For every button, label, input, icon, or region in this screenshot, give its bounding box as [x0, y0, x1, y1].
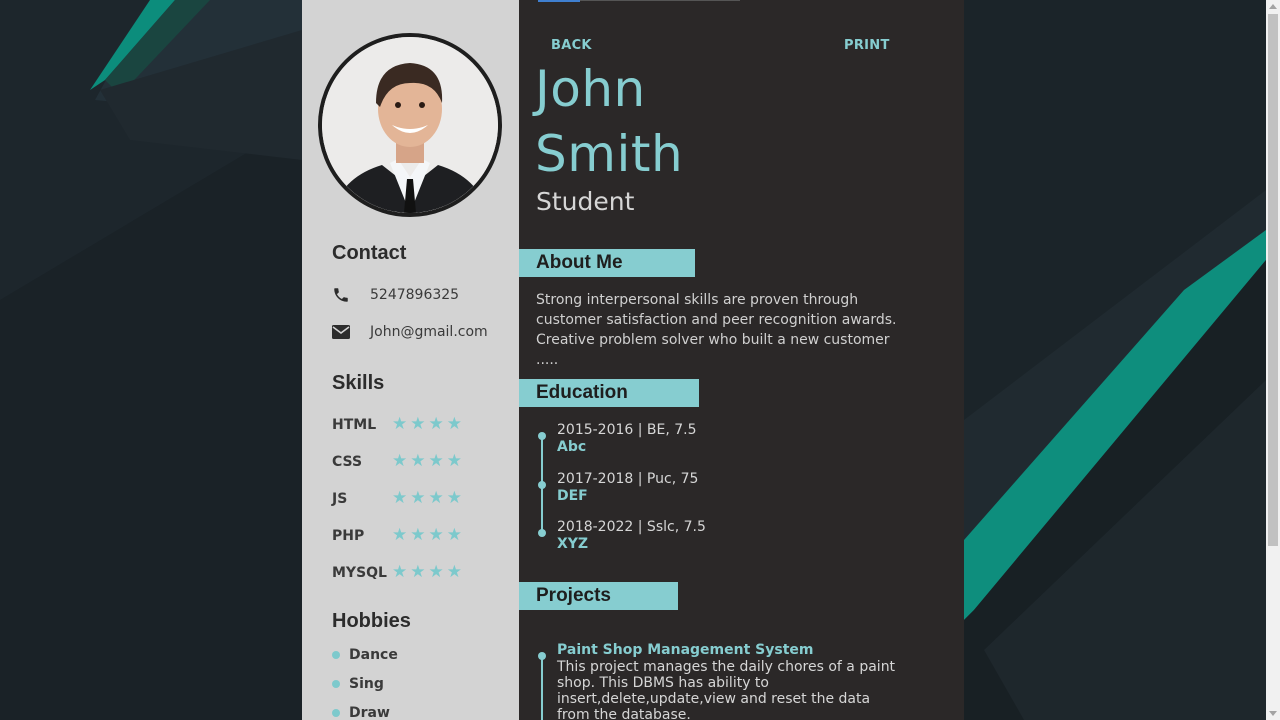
- education-details: 2017-2018 | Puc, 75: [557, 471, 699, 487]
- star-icon: ★: [446, 488, 462, 508]
- star-icon: ★: [446, 414, 462, 434]
- projects-title: Projects: [519, 582, 678, 610]
- top-tab-indicator: [538, 0, 580, 2]
- timeline-dot-icon: [538, 652, 546, 660]
- skills-title: Skills: [332, 372, 385, 394]
- timeline-dot-icon: [538, 432, 546, 440]
- skill-row: CSS ★ ★ ★ ★: [332, 453, 512, 470]
- timeline-dot-icon: [538, 481, 546, 489]
- about-text: Strong interpersonal skills are proven t…: [536, 292, 897, 368]
- role-title: Student: [536, 187, 635, 216]
- hobby-item: Dance: [332, 647, 398, 663]
- background-right: [964, 0, 1266, 720]
- skill-name: HTML: [332, 416, 377, 433]
- timeline-dot-icon: [538, 529, 546, 537]
- star-icon: ★: [410, 562, 426, 582]
- about-title: About Me: [519, 249, 695, 277]
- background-left: [0, 0, 302, 720]
- education-details: 2018-2022 | Sslc, 7.5: [557, 519, 706, 535]
- star-icon: ★: [428, 562, 444, 582]
- education-item: 2018-2022 | Sslc, 7.5 XYZ: [557, 519, 706, 552]
- star-icon: ★: [428, 525, 444, 545]
- star-icon: ★: [428, 451, 444, 471]
- star-icon: ★: [446, 451, 462, 471]
- hobby-item: Draw: [332, 705, 390, 720]
- project-item: Paint Shop Management System This project…: [557, 642, 897, 720]
- scroll-down-arrow-icon[interactable]: [1269, 711, 1277, 716]
- hobby-item: Sing: [332, 676, 384, 692]
- avatar: [318, 33, 502, 217]
- education-title: Education: [519, 379, 699, 407]
- skill-rating: ★ ★ ★ ★: [392, 564, 462, 581]
- hobby-label: Sing: [349, 676, 384, 692]
- star-icon: ★: [428, 488, 444, 508]
- skill-name: CSS: [332, 453, 363, 470]
- phone-icon: [332, 286, 370, 304]
- skill-rating: ★ ★ ★ ★: [392, 416, 462, 433]
- skill-row: HTML ★ ★ ★ ★: [332, 416, 512, 433]
- skill-name: JS: [332, 490, 348, 507]
- skill-rating: ★ ★ ★ ★: [392, 490, 462, 507]
- skill-rating: ★ ★ ★ ★: [392, 527, 462, 544]
- star-icon: ★: [410, 414, 426, 434]
- education-school: XYZ: [557, 536, 589, 552]
- education-details: 2015-2016 | BE, 7.5: [557, 422, 697, 438]
- star-icon: ★: [428, 414, 444, 434]
- resume-main: BACK PRINT John Smith Student About Me S…: [519, 0, 964, 720]
- star-icon: ★: [392, 414, 408, 434]
- envelope-icon: [332, 325, 370, 339]
- star-icon: ★: [410, 488, 426, 508]
- star-icon: ★: [392, 451, 408, 471]
- hobby-label: Dance: [349, 647, 398, 663]
- skill-name: MYSQL: [332, 564, 387, 581]
- star-icon: ★: [392, 488, 408, 508]
- contact-phone[interactable]: 5247896325: [370, 287, 459, 303]
- education-item: 2015-2016 | BE, 7.5 Abc: [557, 422, 697, 455]
- scroll-up-arrow-icon[interactable]: [1269, 4, 1277, 9]
- scroll-thumb[interactable]: [1268, 14, 1278, 546]
- hobbies-title: Hobbies: [332, 610, 411, 632]
- star-icon: ★: [410, 451, 426, 471]
- projects-timeline: [541, 656, 543, 720]
- print-button[interactable]: PRINT: [844, 38, 890, 53]
- resume-card: Contact 5247896325 John@gmail.com Skills…: [302, 0, 964, 720]
- resume-sidebar: Contact 5247896325 John@gmail.com Skills…: [302, 0, 519, 720]
- last-name: Smith: [535, 125, 684, 183]
- vertical-scrollbar[interactable]: [1266, 0, 1280, 720]
- bullet-icon: [332, 680, 340, 688]
- project-description: This project manages the daily chores of…: [557, 659, 896, 720]
- hobby-label: Draw: [349, 705, 390, 720]
- skill-rating: ★ ★ ★ ★: [392, 453, 462, 470]
- education-item: 2017-2018 | Puc, 75 DEF: [557, 471, 698, 504]
- star-icon: ★: [392, 525, 408, 545]
- skill-row: MYSQL ★ ★ ★ ★: [332, 564, 512, 581]
- top-divider: [580, 0, 740, 1]
- first-name: John: [535, 60, 646, 118]
- skill-name: PHP: [332, 527, 365, 544]
- contact-title: Contact: [332, 242, 407, 264]
- star-icon: ★: [410, 525, 426, 545]
- education-school: Abc: [557, 439, 587, 455]
- star-icon: ★: [392, 562, 408, 582]
- bullet-icon: [332, 651, 340, 659]
- star-icon: ★: [446, 562, 462, 582]
- bullet-icon: [332, 709, 340, 717]
- education-school: DEF: [557, 488, 588, 504]
- skill-row: PHP ★ ★ ★ ★: [332, 527, 512, 544]
- back-button[interactable]: BACK: [551, 38, 592, 53]
- contact-email[interactable]: John@gmail.com: [370, 324, 488, 340]
- star-icon: ★: [446, 525, 462, 545]
- skill-row: JS ★ ★ ★ ★: [332, 490, 512, 507]
- contact-email-row: John@gmail.com: [332, 324, 488, 340]
- project-title: Paint Shop Management System: [557, 642, 814, 658]
- contact-phone-row: 5247896325: [332, 286, 459, 304]
